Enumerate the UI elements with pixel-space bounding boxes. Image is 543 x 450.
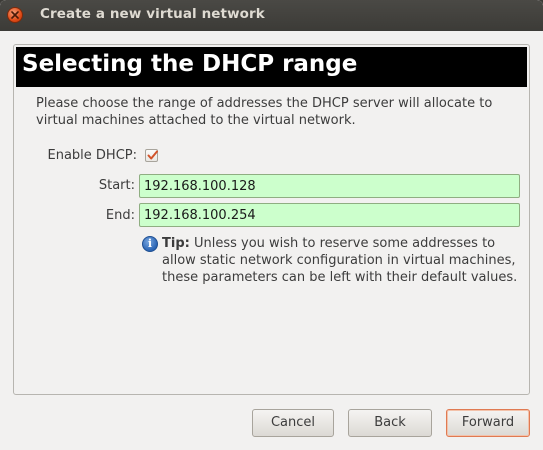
page-header: Selecting the DHCP range	[16, 47, 527, 87]
enable-dhcp-checkbox[interactable]	[145, 149, 158, 162]
tip-text: Tip: Unless you wish to reserve some add…	[162, 235, 527, 286]
tip-body: Unless you wish to reserve some addresse…	[162, 236, 518, 285]
forward-button[interactable]: Forward	[446, 409, 530, 437]
checkmark-icon	[147, 150, 158, 160]
title-bar: Create a new virtual network	[0, 0, 543, 31]
start-label: Start:	[98, 178, 135, 193]
window-title: Create a new virtual network	[40, 6, 265, 22]
tip-label: Tip:	[162, 236, 190, 251]
dhcp-end-input[interactable]	[139, 203, 520, 227]
close-icon[interactable]	[7, 7, 23, 23]
page-title: Selecting the DHCP range	[22, 51, 358, 77]
info-icon: i	[142, 236, 158, 252]
dhcp-start-input[interactable]	[139, 174, 520, 198]
dialog-window: Create a new virtual network Selecting t…	[0, 0, 543, 450]
cancel-button[interactable]: Cancel	[252, 409, 334, 437]
back-button[interactable]: Back	[348, 409, 432, 437]
end-label: End:	[105, 208, 135, 223]
enable-dhcp-label: Enable DHCP:	[47, 148, 138, 163]
page-description: Please choose the range of addresses the…	[36, 96, 493, 128]
